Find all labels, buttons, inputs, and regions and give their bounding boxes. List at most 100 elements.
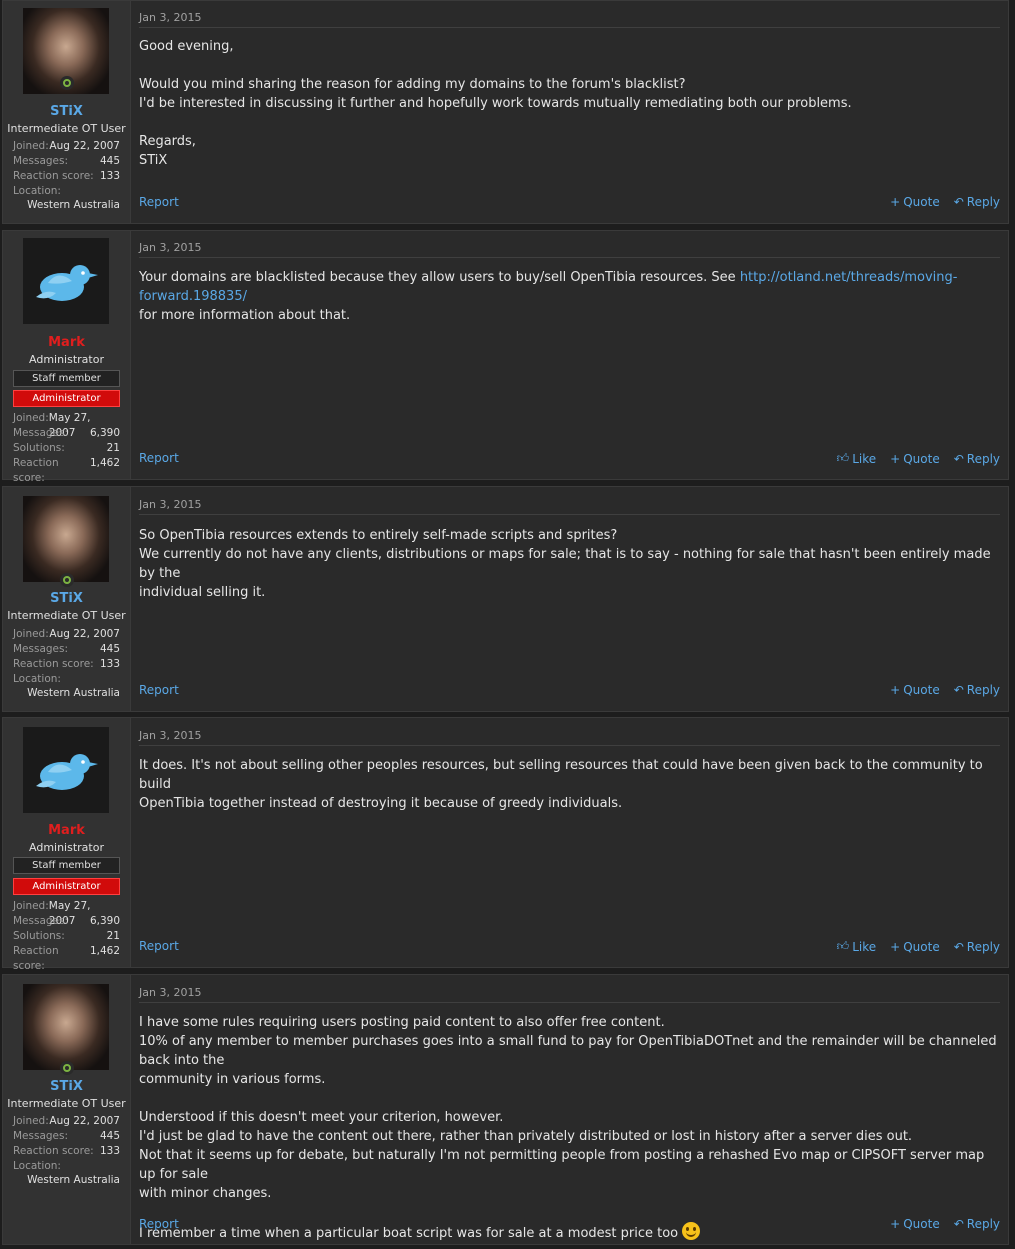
like-button[interactable]: 👍︎ Like xyxy=(837,451,876,466)
staff-banner: Staff member xyxy=(13,370,120,387)
bird-icon xyxy=(36,754,98,790)
post-body: Good evening, Would you mind sharing the… xyxy=(139,37,1000,170)
avatar[interactable] xyxy=(23,727,109,813)
post-text-line: community in various forms. xyxy=(139,1072,326,1087)
user-panel: STiX Intermediate OT User Joined: Aug 22,… xyxy=(3,487,131,711)
quote-button[interactable]: + Quote xyxy=(890,683,940,697)
staff-banner: Staff member xyxy=(13,857,120,874)
admin-banner: Administrator xyxy=(13,390,120,407)
report-link[interactable]: Report xyxy=(139,451,179,465)
stat-location-label: Location: xyxy=(13,185,61,197)
report-link[interactable]: Report xyxy=(139,1217,179,1231)
stat-location-label: Location: xyxy=(13,673,61,685)
report-link[interactable]: Report xyxy=(139,195,179,209)
stat-location[interactable]: Western Australia xyxy=(13,1174,120,1186)
username[interactable]: STiX xyxy=(3,591,130,606)
username[interactable]: Mark xyxy=(3,823,130,838)
post-text-line: Good evening, xyxy=(139,39,234,54)
post-text-line: Not that it seems up for debate, but nat… xyxy=(139,1148,985,1182)
post-text-line: I have some rules requiring users postin… xyxy=(139,1015,665,1030)
stat-joined: Joined: Aug 22, 2007 xyxy=(13,1115,120,1127)
user-panel: STiX Intermediate OT User Joined: Aug 22,… xyxy=(3,1,131,223)
reply-button[interactable]: ↶ Reply xyxy=(954,1217,1000,1231)
post-text-line: So OpenTibia resources extends to entire… xyxy=(139,528,618,543)
stat-reaction-score: Reaction score: 133 xyxy=(13,170,120,182)
reply-button[interactable]: ↶ Reply xyxy=(954,939,1000,954)
quote-button[interactable]: + Quote xyxy=(890,451,940,466)
online-status-icon xyxy=(60,76,74,90)
avatar[interactable] xyxy=(23,238,109,324)
stat-location-label: Location: xyxy=(13,1160,61,1172)
stat-location[interactable]: Western Australia xyxy=(13,687,120,699)
plus-icon: + xyxy=(890,1217,901,1231)
post-text-line: with minor changes. xyxy=(139,1186,272,1201)
post-date[interactable]: Jan 3, 2015 xyxy=(139,241,201,254)
like-button[interactable]: 👍︎ Like xyxy=(837,939,876,954)
post-actions: 👍︎ Like + Quote ↶ Reply xyxy=(837,939,1000,954)
post-text-line: Regards, xyxy=(139,134,196,149)
stat-messages: Messages: 445 xyxy=(13,1130,120,1142)
reply-icon: ↶ xyxy=(953,939,964,954)
post-text-line: individual selling it. xyxy=(139,585,266,600)
reply-button[interactable]: ↶ Reply xyxy=(954,683,1000,697)
post: STiX Intermediate OT User Joined: Aug 22,… xyxy=(2,486,1009,712)
post-text-line: OpenTibia together instead of destroying… xyxy=(139,796,623,811)
post: STiX Intermediate OT User Joined: Aug 22,… xyxy=(2,974,1009,1245)
admin-banner: Administrator xyxy=(13,878,120,895)
post-text-line: I remember a time when a particular boat… xyxy=(139,1226,683,1241)
divider xyxy=(139,514,1000,515)
stat-solutions: Solutions: 21 xyxy=(13,930,120,942)
reply-button[interactable]: ↶ Reply xyxy=(954,195,1000,209)
stat-joined: Joined: Aug 22, 2007 xyxy=(13,140,120,152)
report-link[interactable]: Report xyxy=(139,939,179,953)
divider xyxy=(139,745,1000,746)
post-date[interactable]: Jan 3, 2015 xyxy=(139,986,201,999)
post-actions: 👍︎ Like + Quote ↶ Reply xyxy=(837,451,1000,466)
user-panel: Mark Administrator Staff member Administ… xyxy=(3,231,131,484)
quote-button[interactable]: + Quote xyxy=(890,195,940,209)
post: Mark Administrator Staff member Administ… xyxy=(2,717,1009,972)
divider xyxy=(139,27,1000,28)
stat-messages: Messages: 6,390 xyxy=(13,427,120,439)
post-date[interactable]: Jan 3, 2015 xyxy=(139,729,201,742)
plus-icon: + xyxy=(890,451,901,466)
post-body: So OpenTibia resources extends to entire… xyxy=(139,526,1000,602)
post-date[interactable]: Jan 3, 2015 xyxy=(139,11,201,24)
user-panel: STiX Intermediate OT User Joined: Aug 22,… xyxy=(3,975,131,1244)
online-status-icon xyxy=(60,573,74,587)
quote-button[interactable]: + Quote xyxy=(890,1217,940,1231)
stat-reaction-score: Reaction score: 1,462 xyxy=(13,457,120,484)
post-date[interactable]: Jan 3, 2015 xyxy=(139,498,201,511)
divider xyxy=(139,257,1000,258)
post-body: I have some rules requiring users postin… xyxy=(139,1013,1000,1243)
stat-reaction-score: Reaction score: 133 xyxy=(13,658,120,670)
stat-location[interactable]: Western Australia xyxy=(13,199,120,211)
user-title: Administrator xyxy=(29,841,104,854)
user-panel: Mark Administrator Staff member Administ… xyxy=(3,718,131,972)
user-title: Intermediate OT User xyxy=(7,1097,126,1110)
plus-icon: + xyxy=(890,683,901,697)
report-link[interactable]: Report xyxy=(139,683,179,697)
stat-reaction-score: Reaction score: 1,462 xyxy=(13,945,120,972)
username[interactable]: STiX xyxy=(3,104,130,119)
reply-button[interactable]: ↶ Reply xyxy=(954,451,1000,466)
post-text-line: It does. It's not about selling other pe… xyxy=(139,758,983,792)
reply-icon: ↶ xyxy=(953,451,964,466)
smile-emoji-icon xyxy=(682,1222,701,1240)
reply-icon: ↶ xyxy=(953,683,964,697)
post-text-line: for more information about that. xyxy=(139,308,351,323)
avatar[interactable] xyxy=(23,984,109,1070)
avatar[interactable] xyxy=(23,496,109,582)
username[interactable]: Mark xyxy=(3,335,130,350)
post-text-line: I'd be interested in discussing it furth… xyxy=(139,96,852,111)
post-text-line: 10% of any member to member purchases go… xyxy=(139,1034,997,1068)
post-text: Your domains are blacklisted because the… xyxy=(139,270,740,285)
bird-icon xyxy=(36,265,98,301)
username[interactable]: STiX xyxy=(3,1079,130,1094)
post-body: Your domains are blacklisted because the… xyxy=(139,268,1000,325)
quote-button[interactable]: + Quote xyxy=(890,939,940,954)
divider xyxy=(139,1002,1000,1003)
post: STiX Intermediate OT User Joined: Aug 22,… xyxy=(2,0,1009,224)
stat-messages: Messages: 445 xyxy=(13,643,120,655)
stat-solutions: Solutions: 21 xyxy=(13,442,120,454)
